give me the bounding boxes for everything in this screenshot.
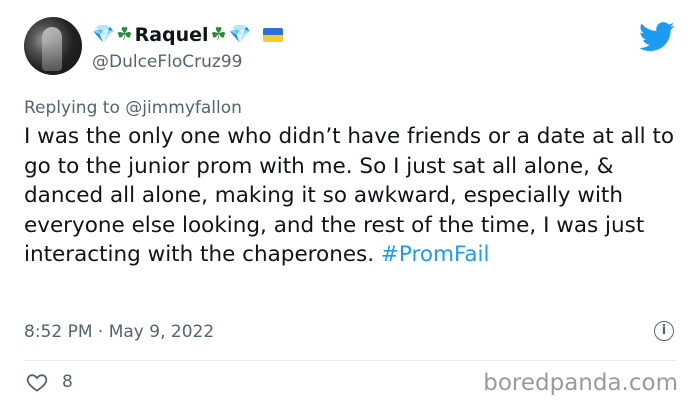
tweet-text: I was the only one who didn’t have frien… [24,122,679,270]
gem-icon: 💎 [228,24,252,45]
info-icon[interactable]: i [654,321,674,341]
twitter-bird-icon[interactable] [639,22,675,52]
replying-prefix: Replying to [24,98,120,118]
timestamp[interactable]: 8:52 PM · May 9, 2022 [24,322,214,342]
divider [24,360,676,361]
four-leaf-clover-icon: ☘ [210,24,227,45]
heart-icon [26,374,48,392]
like-button[interactable]: 8 [26,372,73,392]
avatar-figure [42,27,62,71]
like-count: 8 [62,372,73,392]
user-handle[interactable]: @DulceFloCruz99 [92,52,243,72]
display-name: Raquel [134,24,209,46]
ukraine-flag-icon [263,28,284,42]
display-name-row[interactable]: 💎 ☘ Raquel ☘ 💎 [92,20,284,50]
hashtag-link[interactable]: #PromFail [381,242,490,267]
four-leaf-clover-icon: ☘ [116,24,133,45]
gem-icon: 💎 [92,24,115,45]
mention-link[interactable]: @jimmyfallon [125,98,242,118]
watermark: boredpanda.com [483,370,678,396]
replying-to: Replying to @jimmyfallon [24,98,242,118]
avatar[interactable] [24,17,82,75]
tweet-body-text: I was the only one who didn’t have frien… [24,124,675,267]
